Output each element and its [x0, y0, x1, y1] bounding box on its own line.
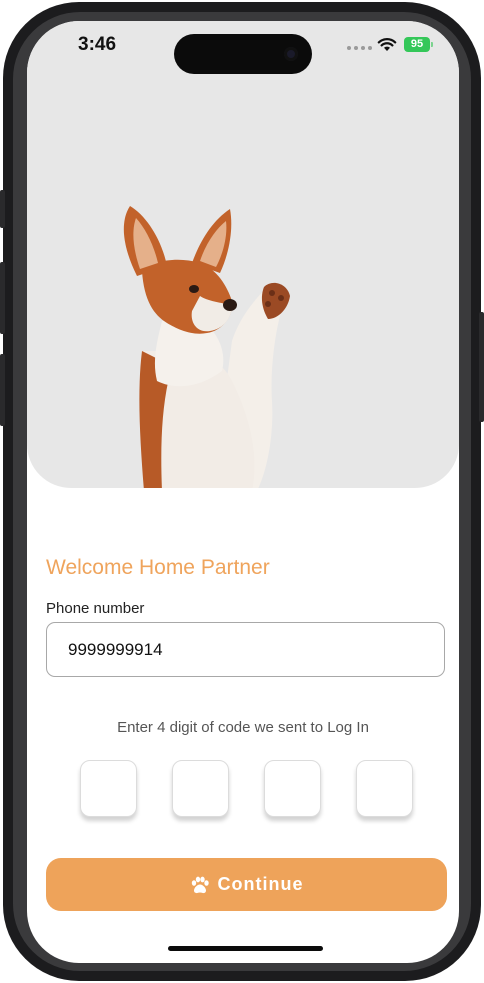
- battery-icon: 95: [404, 37, 430, 52]
- cellular-signal-icon: [347, 46, 372, 50]
- otp-input-row: [80, 760, 413, 818]
- hero-image-panel: 3:46 95: [27, 21, 459, 488]
- home-indicator: [168, 946, 323, 951]
- continue-button[interactable]: Continue: [46, 858, 447, 911]
- volume-down-button: [0, 354, 5, 426]
- phone-number-input[interactable]: [46, 622, 445, 677]
- otp-digit-4[interactable]: [356, 760, 413, 817]
- welcome-title: Welcome Home Partner: [46, 556, 270, 579]
- status-time: 3:46: [78, 34, 117, 55]
- silent-switch: [0, 190, 5, 228]
- code-hint-text: Enter 4 digit of code we sent to Log In: [117, 719, 369, 736]
- volume-up-button: [0, 262, 5, 334]
- battery-tip: [431, 42, 433, 47]
- dynamic-island: [174, 34, 312, 74]
- otp-digit-3[interactable]: [264, 760, 321, 817]
- status-bar: 3:46 95: [27, 21, 459, 74]
- app-screen: 3:46 95 Welcome Home Partner Phone numbe…: [27, 21, 459, 963]
- otp-digit-2[interactable]: [172, 760, 229, 817]
- power-button: [479, 312, 484, 422]
- front-camera: [284, 47, 298, 61]
- paw-icon: [191, 876, 209, 893]
- wifi-icon: [377, 38, 397, 51]
- continue-button-label: Continue: [217, 874, 304, 894]
- phone-number-label: Phone number: [46, 600, 145, 617]
- dog-illustration: [123, 206, 290, 488]
- otp-digit-1[interactable]: [80, 760, 137, 817]
